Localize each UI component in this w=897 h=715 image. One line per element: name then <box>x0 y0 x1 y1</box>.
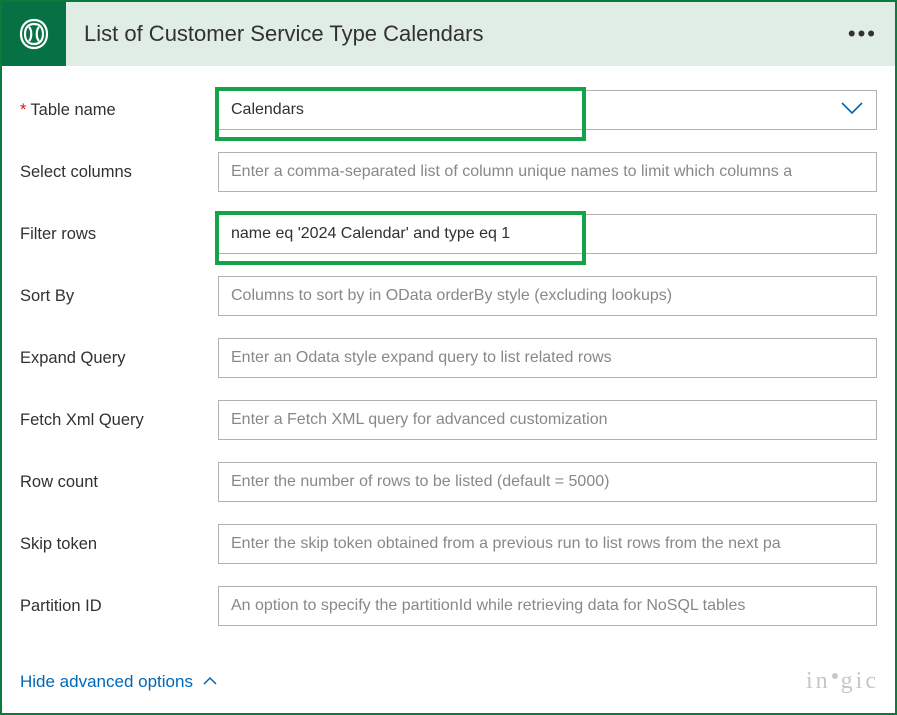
field-row-skip-token: Skip token <box>20 524 877 564</box>
field-row-expand-query: Expand Query <box>20 338 877 378</box>
chevron-up-icon <box>203 673 217 688</box>
filter-rows-label: Filter rows <box>20 225 218 244</box>
dataverse-icon <box>2 2 66 66</box>
sort-by-input[interactable] <box>218 276 877 316</box>
row-count-label: Row count <box>20 473 218 492</box>
select-columns-label: Select columns <box>20 163 218 182</box>
table-name-label: *Table name <box>20 101 218 120</box>
panel-footer: Hide advanced options ingic <box>2 658 895 713</box>
field-row-sort-by: Sort By <box>20 276 877 316</box>
skip-token-label: Skip token <box>20 535 218 554</box>
hide-advanced-toggle[interactable]: Hide advanced options <box>20 672 217 692</box>
row-count-input[interactable] <box>218 462 877 502</box>
sort-by-label: Sort By <box>20 287 218 306</box>
table-name-input-wrap <box>218 90 877 130</box>
panel-header: List of Customer Service Type Calendars … <box>2 2 895 66</box>
expand-query-label: Expand Query <box>20 349 218 368</box>
field-row-table-name: *Table name <box>20 90 877 130</box>
table-name-input[interactable] <box>218 90 877 130</box>
partition-id-label: Partition ID <box>20 597 218 616</box>
field-row-fetch-xml: Fetch Xml Query <box>20 400 877 440</box>
hide-advanced-label: Hide advanced options <box>20 672 193 692</box>
field-row-filter-rows: Filter rows <box>20 214 877 254</box>
partition-id-input[interactable] <box>218 586 877 626</box>
more-options-button[interactable]: ••• <box>848 21 877 47</box>
skip-token-input[interactable] <box>218 524 877 564</box>
brand-watermark: ingic <box>806 668 877 695</box>
expand-query-input[interactable] <box>218 338 877 378</box>
field-row-select-columns: Select columns <box>20 152 877 192</box>
form-body: *Table name Select columns Filter rows S… <box>2 66 895 658</box>
dataverse-action-panel: List of Customer Service Type Calendars … <box>0 0 897 715</box>
select-columns-input[interactable] <box>218 152 877 192</box>
field-row-row-count: Row count <box>20 462 877 502</box>
fetch-xml-input[interactable] <box>218 400 877 440</box>
fetch-xml-label: Fetch Xml Query <box>20 411 218 430</box>
filter-rows-input[interactable] <box>218 214 877 254</box>
field-row-partition-id: Partition ID <box>20 586 877 626</box>
panel-title: List of Customer Service Type Calendars <box>84 21 483 47</box>
